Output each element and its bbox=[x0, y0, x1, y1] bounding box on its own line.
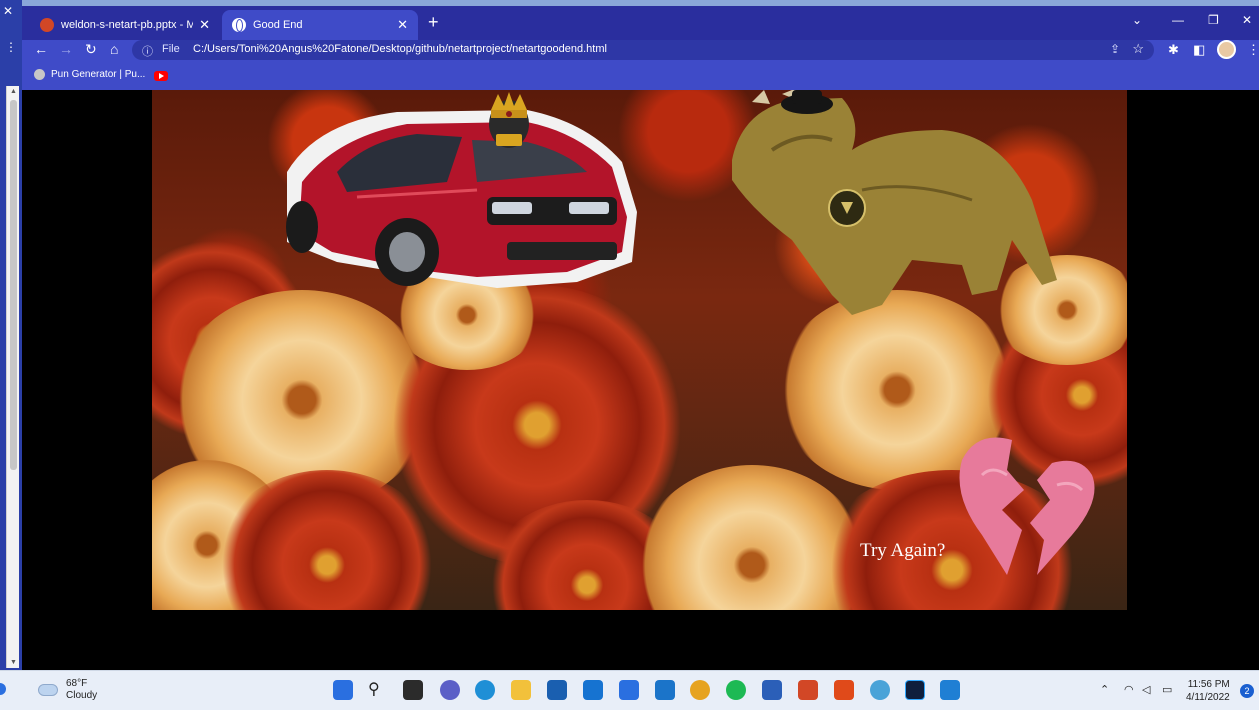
broken-heart-image bbox=[959, 437, 1095, 575]
bookmark-star-icon[interactable]: ☆ bbox=[1132, 41, 1144, 57]
volume-icon[interactable]: ◁ bbox=[1142, 683, 1150, 696]
scroll-down-icon[interactable]: ▼ bbox=[10, 659, 17, 666]
collage-scene: Try Again? bbox=[152, 90, 1127, 610]
tab-search-icon[interactable]: ⌄ bbox=[1132, 13, 1142, 27]
weather-temp: 68°F bbox=[66, 678, 88, 689]
background-window-scrollbar[interactable]: ▲ ▼ bbox=[6, 86, 19, 668]
bookmark-label: Pun Generator | Pu... bbox=[51, 69, 146, 80]
chevron-up-icon[interactable]: ⌃ bbox=[1100, 683, 1109, 696]
file-explorer-icon[interactable] bbox=[511, 680, 531, 700]
browser-window: weldon-s-netart-pb.pptx - Micro ✕ Good E… bbox=[22, 0, 1259, 670]
scrollbar-thumb[interactable] bbox=[10, 100, 17, 470]
close-icon[interactable]: ✕ bbox=[3, 4, 13, 18]
cloud-icon bbox=[38, 684, 58, 696]
info-icon[interactable]: ⓘ bbox=[142, 43, 153, 59]
desktop-screen: ✕ ⋮ ▲ ▼ weldon-s-netart-pb.pptx - Micro … bbox=[0, 0, 1259, 710]
side-panel-icon[interactable]: ◧ bbox=[1193, 42, 1205, 58]
search-icon[interactable]: ⚲ bbox=[368, 680, 388, 700]
app-icon[interactable] bbox=[870, 680, 890, 700]
globe-icon bbox=[232, 18, 246, 32]
clock[interactable]: 11:56 PM 4/11/2022 bbox=[1186, 678, 1230, 704]
profile-avatar[interactable] bbox=[1217, 40, 1236, 59]
crown-image bbox=[489, 92, 529, 148]
youtube-icon[interactable] bbox=[154, 71, 168, 81]
weather-condition: Cloudy bbox=[66, 690, 98, 701]
tab-powerpoint[interactable]: weldon-s-netart-pb.pptx - Micro ✕ bbox=[30, 10, 220, 40]
notification-badge[interactable]: 2 bbox=[1240, 684, 1254, 698]
address-url[interactable]: C:/Users/Toni%20Angus%20Fatone/Desktop/g… bbox=[193, 43, 607, 55]
site-icon bbox=[34, 69, 45, 80]
word-icon[interactable] bbox=[762, 680, 782, 700]
bookmarks-bar: Pun Generator | Pu... bbox=[22, 62, 1259, 90]
new-tab-button[interactable]: + bbox=[428, 12, 439, 33]
more-icon[interactable]: ⋮ bbox=[5, 40, 17, 54]
extensions-icon[interactable]: ✱ bbox=[1168, 42, 1179, 58]
start-icon[interactable] bbox=[333, 680, 353, 700]
wifi-icon[interactable]: ◠ bbox=[1124, 683, 1134, 696]
tab-good-end[interactable]: Good End ✕ bbox=[222, 10, 418, 40]
restore-icon[interactable]: ❐ bbox=[1208, 13, 1219, 27]
store-icon[interactable] bbox=[547, 680, 567, 700]
page-viewport: Try Again? bbox=[22, 90, 1259, 670]
home-icon[interactable]: ⌂ bbox=[110, 41, 118, 57]
menu-icon[interactable]: ⋮ bbox=[1247, 42, 1259, 58]
spotify-icon[interactable] bbox=[726, 680, 746, 700]
red-car-image bbox=[286, 110, 637, 288]
powerpoint-icon bbox=[40, 18, 54, 32]
tab-strip: weldon-s-netart-pb.pptx - Micro ✕ Good E… bbox=[22, 0, 1259, 40]
windows-taskbar: 68°F Cloudy ⚲ ⌃ ◠ ◁ ▭ 11:56 PM 4/11/2022… bbox=[0, 670, 1259, 710]
tab-close-icon[interactable]: ✕ bbox=[199, 17, 210, 33]
chrome-icon[interactable] bbox=[690, 680, 710, 700]
minimize-icon[interactable]: — bbox=[1172, 13, 1184, 27]
mail-icon[interactable] bbox=[583, 680, 603, 700]
reload-icon[interactable]: ↻ bbox=[85, 41, 97, 58]
teams-chat-icon[interactable] bbox=[440, 680, 460, 700]
tab-close-icon[interactable]: ✕ bbox=[397, 17, 408, 33]
bookmark-pun-generator[interactable]: Pun Generator | Pu... bbox=[34, 69, 145, 80]
task-view-icon[interactable] bbox=[403, 680, 423, 700]
triceratops-image bbox=[732, 90, 1057, 315]
vscode-icon[interactable] bbox=[940, 680, 960, 700]
app-icon[interactable] bbox=[619, 680, 639, 700]
edge-icon[interactable] bbox=[475, 680, 495, 700]
address-scheme-label: File bbox=[162, 43, 180, 55]
try-again-link[interactable]: Try Again? bbox=[860, 540, 945, 562]
clock-date: 4/11/2022 bbox=[1186, 692, 1230, 703]
app-icon[interactable] bbox=[655, 680, 675, 700]
battery-icon[interactable]: ▭ bbox=[1162, 683, 1172, 696]
browser-toolbar: ← → ↻ ⌂ ⓘ File C:/Users/Toni%20Angus%20F… bbox=[22, 40, 1259, 62]
share-icon[interactable]: ⇪ bbox=[1110, 42, 1120, 56]
back-icon[interactable]: ← bbox=[34, 41, 48, 57]
scroll-up-icon[interactable]: ▲ bbox=[10, 88, 17, 95]
photoshop-icon[interactable] bbox=[905, 680, 925, 700]
office-icon[interactable] bbox=[834, 680, 854, 700]
clock-time: 11:56 PM bbox=[1187, 679, 1230, 690]
weather-widget[interactable]: 68°F Cloudy bbox=[38, 678, 97, 702]
address-bar[interactable]: ⓘ File C:/Users/Toni%20Angus%20Fatone/De… bbox=[132, 40, 1154, 60]
tab-title: Good End bbox=[253, 19, 303, 31]
tab-title: weldon-s-netart-pb.pptx - Micro bbox=[61, 19, 194, 31]
forward-icon[interactable]: → bbox=[59, 41, 73, 57]
powerpoint-icon[interactable] bbox=[798, 680, 818, 700]
window-close-icon[interactable]: ✕ bbox=[1242, 13, 1252, 27]
